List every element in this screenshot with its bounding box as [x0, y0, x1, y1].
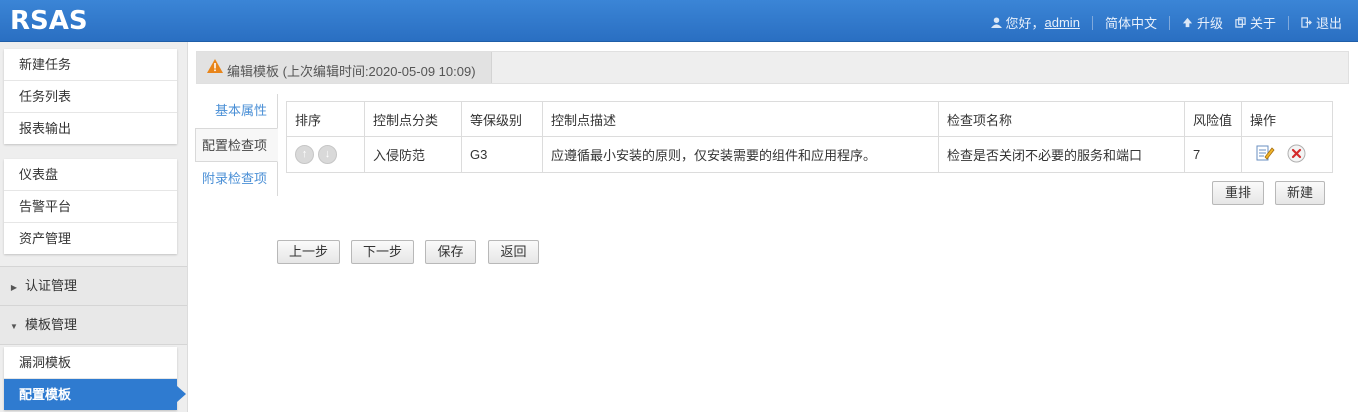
- table-header-row: 排序 控制点分类 等保级别 控制点描述 检查项名称 风险值 操作: [286, 101, 1333, 137]
- table-row: ↑ ↓ 入侵防范 G3 应遵循最小安装的原则，仅安装需要的组件和应用程序。 检查是…: [286, 136, 1333, 173]
- sidebar-item-assets[interactable]: 资产管理: [4, 223, 177, 254]
- app-logo: RSAS: [10, 6, 88, 36]
- about-icon: [1235, 17, 1246, 28]
- save-button[interactable]: 保存: [425, 240, 476, 264]
- col-header-description: 控制点描述: [542, 101, 939, 137]
- prev-step-button[interactable]: 上一步: [277, 240, 340, 264]
- col-header-level: 等保级别: [461, 101, 543, 137]
- title-tab: 编辑模板 (上次编辑时间:2020-05-09 10:09): [197, 52, 492, 83]
- username-link[interactable]: admin: [1045, 15, 1080, 30]
- divider: [1168, 15, 1170, 30]
- sidebar-group-dashboard: 仪表盘 告警平台 资产管理: [4, 159, 177, 254]
- user-icon: [990, 17, 1002, 28]
- section-label: 模板管理: [25, 317, 78, 332]
- upgrade-icon: [1182, 17, 1193, 28]
- section-label: 认证管理: [25, 278, 78, 293]
- check-items-table: 排序 控制点分类 等保级别 控制点描述 检查项名称 风险值 操作 ↑ ↓ 入侵防范…: [286, 101, 1333, 173]
- col-header-risk: 风险值: [1184, 101, 1242, 137]
- next-step-button[interactable]: 下一步: [351, 240, 414, 264]
- col-header-check-name: 检查项名称: [938, 101, 1185, 137]
- actions-cell: [1241, 136, 1333, 173]
- logout-link[interactable]: 退出: [1316, 13, 1342, 32]
- back-button[interactable]: 返回: [488, 240, 539, 264]
- page-title-bar: 编辑模板 (上次编辑时间:2020-05-09 10:09): [196, 51, 1349, 84]
- order-cell: ↑ ↓: [286, 136, 365, 173]
- caret-right-icon: ▶: [10, 283, 18, 292]
- sidebar-item-config-template[interactable]: 配置模板: [4, 379, 186, 410]
- warning-icon: [207, 59, 223, 73]
- logout-icon: [1301, 17, 1312, 28]
- sidebar-item-dashboard[interactable]: 仪表盘: [4, 159, 177, 191]
- new-button[interactable]: 新建: [1275, 181, 1325, 205]
- upgrade-link[interactable]: 升级: [1197, 13, 1223, 32]
- divider: [1287, 15, 1289, 30]
- col-header-actions: 操作: [1241, 101, 1333, 137]
- language-link[interactable]: 简体中文: [1105, 13, 1157, 32]
- level-cell: G3: [461, 136, 543, 173]
- vertical-tabs: 基本属性 配置检查项 附录检查项: [195, 94, 278, 196]
- top-header: RSAS 您好， admin 简体中文 升级 关于 退出: [0, 0, 1358, 42]
- caret-down-icon: ▼: [10, 322, 18, 331]
- sidebar-section-template[interactable]: ▼ 模板管理: [0, 305, 187, 345]
- header-menu: 您好， admin 简体中文 升级 关于 退出: [990, 13, 1342, 32]
- risk-cell: 7: [1184, 136, 1242, 173]
- sidebar-group-template: 漏洞模板 配置模板: [4, 347, 186, 410]
- col-header-order: 排序: [286, 101, 365, 137]
- tab-basic-attributes[interactable]: 基本属性: [195, 94, 278, 128]
- sidebar-item-alert[interactable]: 告警平台: [4, 191, 177, 223]
- category-cell: 入侵防范: [364, 136, 462, 173]
- sidebar: 新建任务 任务列表 报表输出 仪表盘 告警平台 资产管理 ▶ 认证管理 ▼ 模板管理…: [0, 42, 188, 412]
- check-name-cell: 检查是否关闭不必要的服务和端口: [938, 136, 1185, 173]
- sidebar-item-report[interactable]: 报表输出: [4, 113, 177, 144]
- tab-config-check-items[interactable]: 配置检查项: [195, 128, 278, 162]
- tab-appendix-check-items[interactable]: 附录检查项: [195, 162, 278, 196]
- about-link[interactable]: 关于: [1250, 13, 1276, 32]
- delete-icon[interactable]: [1287, 144, 1306, 166]
- divider: [1091, 15, 1093, 30]
- edit-icon[interactable]: [1256, 144, 1275, 165]
- sidebar-item-vuln-template[interactable]: 漏洞模板: [4, 347, 177, 379]
- col-header-category: 控制点分类: [364, 101, 462, 137]
- move-up-icon[interactable]: ↑: [295, 145, 314, 164]
- description-cell: 应遵循最小安装的原则，仅安装需要的组件和应用程序。: [542, 136, 939, 173]
- greeting-text: 您好，: [1005, 16, 1045, 31]
- move-down-icon[interactable]: ↓: [318, 145, 337, 164]
- page-title: 编辑模板 (上次编辑时间:2020-05-09 10:09): [227, 64, 476, 79]
- sidebar-item-task-list[interactable]: 任务列表: [4, 81, 177, 113]
- sidebar-item-new-task[interactable]: 新建任务: [4, 49, 177, 81]
- sidebar-group-tasks: 新建任务 任务列表 报表输出: [4, 49, 177, 144]
- reorder-button[interactable]: 重排: [1212, 181, 1264, 205]
- sidebar-section-auth[interactable]: ▶ 认证管理: [0, 266, 187, 306]
